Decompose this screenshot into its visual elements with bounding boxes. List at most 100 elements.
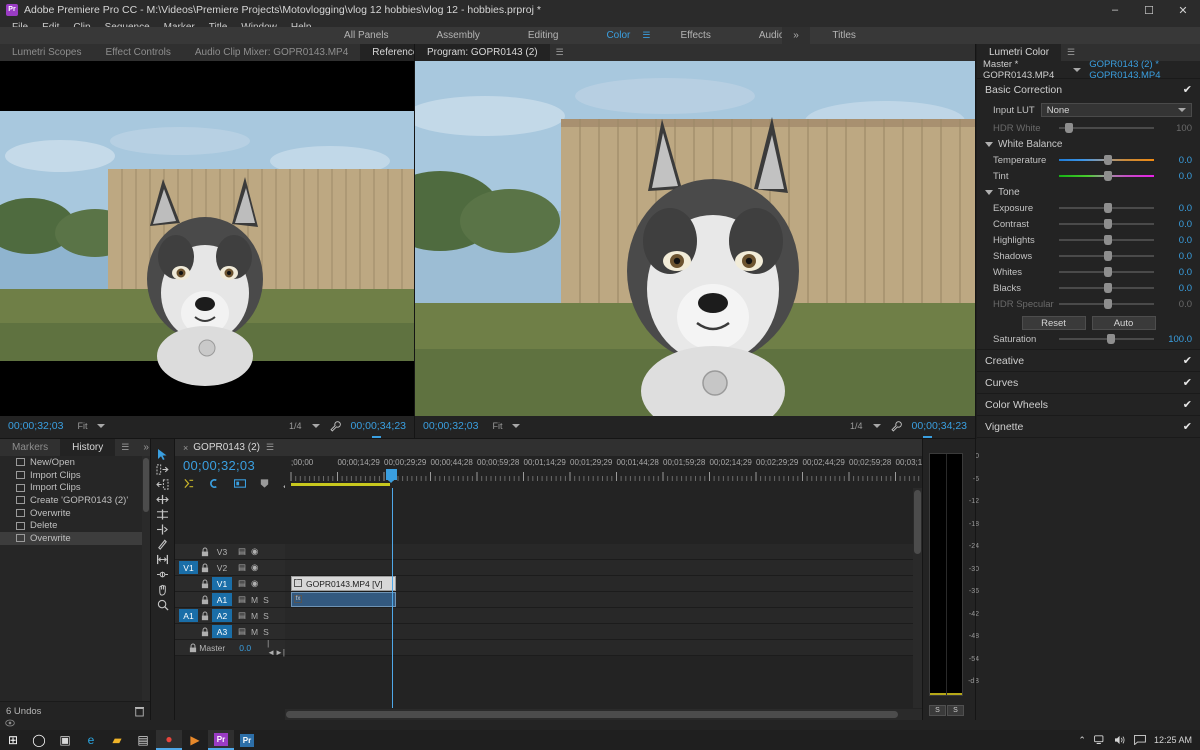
rolling-edit-tool[interactable]: [151, 492, 174, 507]
track-toggle[interactable]: ▤: [238, 594, 246, 605]
reference-resolution-select[interactable]: 1/4: [289, 421, 320, 431]
whites-slider[interactable]: [1059, 266, 1154, 278]
saturation-slider[interactable]: [1059, 333, 1154, 345]
reference-monitor-video[interactable]: [0, 61, 414, 416]
hand-tool[interactable]: [151, 582, 174, 597]
master-track-value[interactable]: 0.0: [239, 643, 251, 653]
history-list[interactable]: New/Open Import Clips Import Clips Create '…: [0, 456, 150, 701]
panel-divider[interactable]: [0, 438, 975, 439]
taskbar-microsoft-store[interactable]: ▤: [130, 730, 156, 750]
tint-value[interactable]: 0.0: [1158, 171, 1192, 182]
trash-icon[interactable]: [135, 706, 144, 717]
lock-icon[interactable]: [198, 547, 212, 557]
track-name-v2[interactable]: V2: [212, 561, 232, 574]
timeline-ruler[interactable]: ;00;00 00;00;14;29 00;00;29;29 00;00;44;28 0…: [285, 458, 927, 488]
workspace-editing[interactable]: Editing: [504, 27, 583, 44]
timeline-vertical-scrollbar[interactable]: [913, 488, 922, 708]
history-item[interactable]: Overwrite: [0, 532, 150, 545]
taskbar-premiere-pro[interactable]: Pr: [208, 730, 234, 750]
track-name-a3[interactable]: A3: [212, 625, 232, 638]
contrast-value[interactable]: 0.0: [1158, 219, 1192, 230]
rate-stretch-tool[interactable]: [151, 507, 174, 522]
panel-divider[interactable]: [414, 44, 415, 438]
minimize-button[interactable]: –: [1098, 0, 1132, 20]
program-resolution-select[interactable]: 1/4: [850, 421, 881, 431]
lock-icon[interactable]: [198, 595, 212, 605]
taskbar-chrome-browser[interactable]: ●: [156, 730, 182, 750]
timeline-sequence-name[interactable]: GOPR0143 (2): [193, 442, 260, 453]
program-monitor-video[interactable]: [415, 61, 975, 416]
meter-solo-button[interactable]: S: [947, 705, 964, 716]
tab-markers[interactable]: Markers: [0, 439, 60, 456]
shadows-slider[interactable]: [1059, 250, 1154, 262]
input-lut-select[interactable]: None: [1040, 103, 1192, 117]
history-item[interactable]: New/Open: [0, 456, 150, 469]
ripple-edit-tool[interactable]: [151, 477, 174, 492]
source-patch-v2[interactable]: V1: [179, 561, 198, 574]
track-select-forward-tool[interactable]: [151, 462, 174, 477]
contrast-slider[interactable]: [1059, 218, 1154, 230]
lock-icon[interactable]: [198, 579, 212, 589]
panel-divider[interactable]: [150, 439, 151, 720]
track-body-v1[interactable]: fx GOPR0143.MP4 [V]: [285, 576, 922, 591]
taskbar-premiere-pro-2[interactable]: Pr: [234, 730, 260, 750]
curves-checkbox[interactable]: ✔: [1183, 376, 1192, 389]
tab-lumetri-scopes[interactable]: Lumetri Scopes: [0, 44, 93, 61]
source-patch-a3[interactable]: [179, 625, 198, 638]
panel-divider[interactable]: [174, 439, 175, 720]
history-item[interactable]: Overwrite: [0, 507, 150, 520]
track-name-a2[interactable]: A2: [212, 609, 232, 622]
workspace-titles[interactable]: Titles: [808, 27, 880, 44]
track-body-a1[interactable]: fx: [285, 592, 922, 607]
network-icon[interactable]: [1094, 735, 1106, 745]
track-body-a2[interactable]: [285, 608, 922, 623]
creative-header[interactable]: Creative ✔: [977, 350, 1200, 371]
lock-icon[interactable]: [198, 627, 212, 637]
track-toggle[interactable]: ▤: [238, 546, 246, 557]
saturation-value[interactable]: 100.0: [1158, 334, 1192, 345]
taskbar-media-player[interactable]: ▶: [182, 730, 208, 750]
pen-tool[interactable]: [151, 567, 174, 582]
tint-slider[interactable]: [1059, 170, 1154, 182]
tab-history[interactable]: History: [60, 439, 116, 456]
taskbar-cortana-search[interactable]: ◯: [26, 730, 52, 750]
timeline-panel-menu-icon[interactable]: ☰: [260, 439, 280, 456]
history-item[interactable]: Create 'GOPR0143 (2)': [0, 494, 150, 507]
track-toggle[interactable]: ◉: [251, 546, 258, 557]
reset-button[interactable]: Reset: [1021, 316, 1086, 330]
tab-audio-clip-mixer-gopr0143-mp4[interactable]: Audio Clip Mixer: GOPR0143.MP4: [183, 44, 360, 61]
exposure-value[interactable]: 0.0: [1158, 203, 1192, 214]
track-toggle[interactable]: M: [251, 627, 258, 637]
history-item[interactable]: Delete: [0, 519, 150, 532]
highlights-value[interactable]: 0.0: [1158, 235, 1192, 246]
track-toggle[interactable]: ▤: [238, 578, 246, 589]
program-zoom-select[interactable]: Fit: [492, 421, 521, 431]
settings-wrench-icon[interactable]: [329, 420, 341, 432]
track-toggle[interactable]: M: [251, 611, 258, 621]
close-button[interactable]: ✕: [1166, 0, 1200, 20]
temperature-slider[interactable]: [1059, 154, 1154, 166]
whites-value[interactable]: 0.0: [1158, 267, 1192, 278]
lock-icon[interactable]: [189, 643, 197, 653]
selection-tool[interactable]: [151, 447, 174, 462]
taskbar-task-view[interactable]: ▣: [52, 730, 78, 750]
vignette-header[interactable]: Vignette ✔: [977, 416, 1200, 437]
chevron-down-icon[interactable]: [1073, 67, 1082, 72]
creative-checkbox[interactable]: ✔: [1183, 354, 1192, 367]
tray-chevron-icon[interactable]: ⌃: [1078, 735, 1086, 746]
color-wheels-header[interactable]: Color Wheels ✔: [977, 394, 1200, 415]
track-toggle[interactable]: M: [251, 595, 258, 605]
lumetri-master-label[interactable]: Master * GOPR0143.MP4: [977, 59, 1067, 81]
reference-current-time[interactable]: 00;00;32;03: [0, 420, 63, 432]
tab-program-monitor[interactable]: Program: GOPR0143 (2): [415, 44, 550, 61]
curves-header[interactable]: Curves ✔: [977, 372, 1200, 393]
workspace-assembly[interactable]: Assembly: [413, 27, 504, 44]
auto-button[interactable]: Auto: [1091, 316, 1156, 330]
close-icon[interactable]: ×: [175, 443, 193, 453]
shadows-value[interactable]: 0.0: [1158, 251, 1192, 262]
track-body-v3[interactable]: [285, 544, 922, 559]
timeline-playhead[interactable]: [386, 469, 397, 483]
blacks-slider[interactable]: [1059, 282, 1154, 294]
temperature-value[interactable]: 0.0: [1158, 155, 1192, 166]
workspace-effects[interactable]: Effects: [656, 27, 734, 44]
